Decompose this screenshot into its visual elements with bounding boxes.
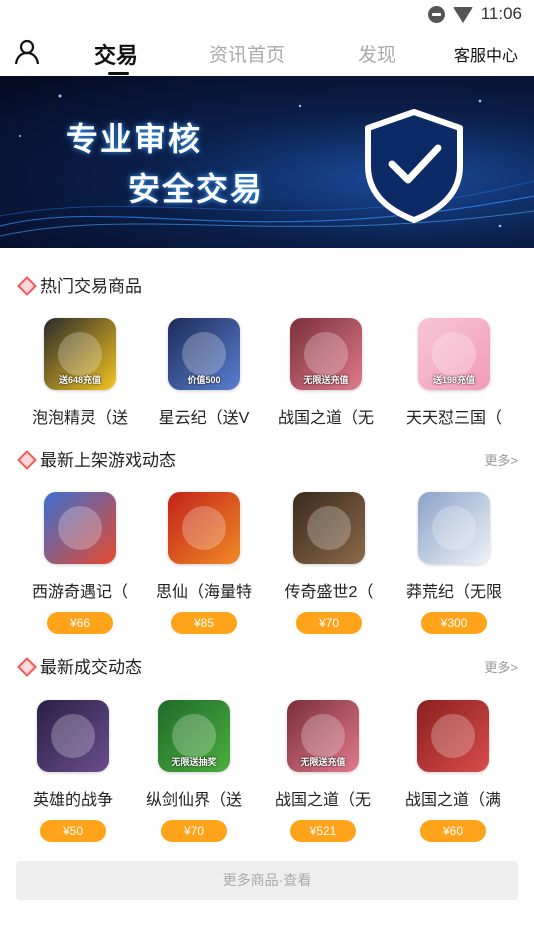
section-title: 热门交易商品 xyxy=(40,276,142,296)
do-not-disturb-icon xyxy=(427,5,445,23)
top-navigation: 交易 资讯首页 发现 客服中心 xyxy=(0,30,534,76)
price-badge: ¥300 xyxy=(421,612,487,634)
game-name: 西游奇遇记（ xyxy=(31,584,128,601)
game-icon xyxy=(293,492,365,564)
price-badge: ¥85 xyxy=(171,612,237,634)
game-icon xyxy=(418,492,490,564)
game-icon xyxy=(168,492,240,564)
deal-listing[interactable]: 战国之道（满 ¥60 xyxy=(391,700,515,842)
section-header-latest-games: 最新上架游戏动态 xyxy=(18,445,176,471)
diamond-icon xyxy=(18,451,32,465)
price-badge: ¥60 xyxy=(420,820,486,842)
hot-item[interactable]: 送648充值 泡泡精灵（送 xyxy=(18,318,142,428)
game-listing[interactable]: 传奇盛世2（ ¥70 xyxy=(267,492,391,634)
game-name: 传奇盛世2（ xyxy=(284,584,374,601)
banner-subheadline: 安全交易 xyxy=(128,171,265,207)
price-badge: ¥66 xyxy=(47,612,113,634)
game-name: 星云纪（送V xyxy=(158,410,250,427)
price-badge: ¥521 xyxy=(290,820,356,842)
game-icon: 无限送抽奖 xyxy=(158,700,230,772)
hot-item[interactable]: 送198充值 天天怼三国（ xyxy=(392,318,516,428)
game-icon: 价值500 xyxy=(168,318,240,390)
active-tab-indicator xyxy=(108,72,129,75)
game-listing[interactable]: 莽荒纪（无限 ¥300 xyxy=(392,492,516,634)
banner-headline: 专业审核 xyxy=(66,121,203,157)
game-name: 战国之道（无 xyxy=(277,410,374,427)
game-icon xyxy=(44,492,116,564)
deal-listing[interactable]: 无限送充值 战国之道（无 ¥521 xyxy=(261,700,385,842)
deal-listing[interactable]: 无限送抽奖 纵剑仙界（送 ¥70 xyxy=(132,700,256,842)
game-icon: 送198充值 xyxy=(418,318,490,390)
more-link-latest-games[interactable]: 更多> xyxy=(484,450,518,469)
tab-discover[interactable]: 发现 xyxy=(358,40,396,67)
section-title: 最新上架游戏动态 xyxy=(40,450,176,470)
status-bar: 11:06 xyxy=(0,0,534,30)
clock: 11:06 xyxy=(480,4,522,23)
more-products-button[interactable]: 更多商品·查看 xyxy=(16,861,518,900)
game-icon: 无限送充值 xyxy=(290,318,362,390)
game-icon: 无限送充值 xyxy=(287,700,359,772)
game-name: 纵剑仙界（送 xyxy=(145,792,242,809)
shield-check-icon xyxy=(365,109,463,223)
section-header-hot: 热门交易商品 xyxy=(18,271,142,297)
price-badge: ¥70 xyxy=(161,820,227,842)
more-link-latest-deals[interactable]: 更多> xyxy=(484,657,518,676)
tab-news-home[interactable]: 资讯首页 xyxy=(209,40,285,67)
tab-trade[interactable]: 交易 xyxy=(94,38,138,70)
game-icon xyxy=(417,700,489,772)
game-icon: 送648充值 xyxy=(44,318,116,390)
game-listing[interactable]: 西游奇遇记（ ¥66 xyxy=(18,492,142,634)
deal-listing[interactable]: 英雄的战争 ¥50 xyxy=(11,700,135,842)
game-icon xyxy=(37,700,109,772)
game-name: 思仙（海量特 xyxy=(155,584,252,601)
wifi-icon xyxy=(452,7,473,23)
diamond-icon xyxy=(18,277,32,291)
customer-service-link[interactable]: 客服中心 xyxy=(454,42,518,66)
price-badge: ¥70 xyxy=(296,612,362,634)
game-name: 英雄的战争 xyxy=(32,792,113,809)
game-listing[interactable]: 思仙（海量特 ¥85 xyxy=(142,492,266,634)
diamond-icon xyxy=(18,658,32,672)
user-icon[interactable] xyxy=(13,38,41,66)
game-name: 战国之道（满 xyxy=(404,792,501,809)
hot-item[interactable]: 价值500 星云纪（送V xyxy=(142,318,266,428)
game-name: 莽荒纪（无限 xyxy=(405,584,502,601)
game-name: 战国之道（无 xyxy=(274,792,371,809)
hot-item[interactable]: 无限送充值 战国之道（无 xyxy=(264,318,388,428)
section-header-latest-deals: 最新成交动态 xyxy=(18,652,142,678)
section-title: 最新成交动态 xyxy=(40,657,142,677)
price-badge: ¥50 xyxy=(40,820,106,842)
game-name: 天天怼三国（ xyxy=(405,410,502,427)
game-name: 泡泡精灵（送 xyxy=(31,410,128,427)
promo-banner[interactable]: 专业审核 安全交易 xyxy=(0,76,534,248)
